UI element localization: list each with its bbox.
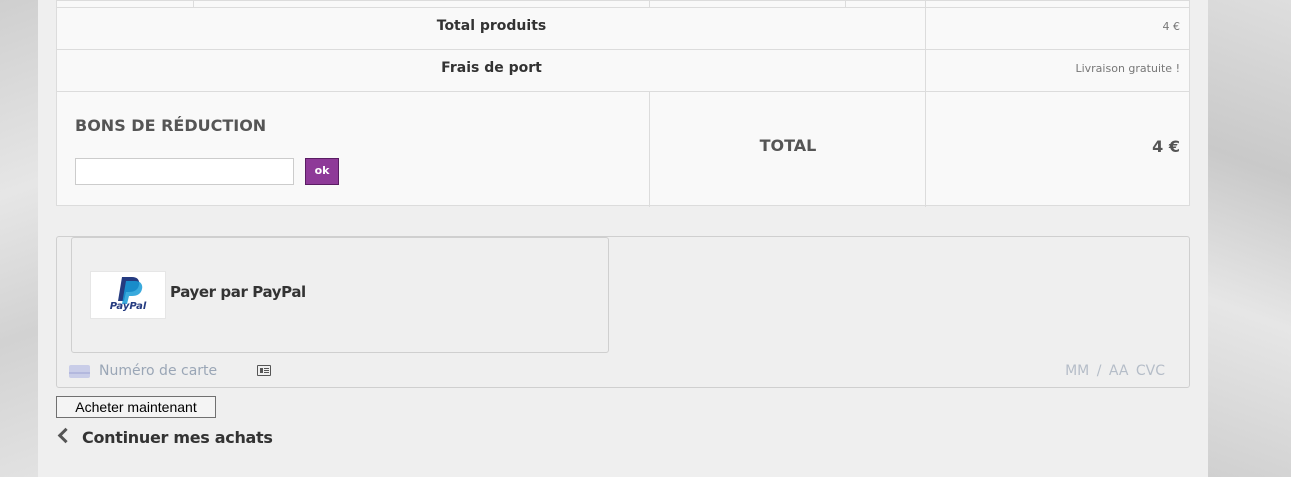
expiry-cvc-field[interactable]: MM / AA CVC <box>1065 363 1165 379</box>
voucher-submit-button[interactable]: ok <box>305 158 339 185</box>
total-products-label: Total produits <box>436 18 547 34</box>
voucher-title: BONS DE RÉDUCTION <box>75 116 267 135</box>
cart-summary-table: Total produits 4 € Frais de port Livrais… <box>56 0 1190 207</box>
table-divider <box>57 49 1189 50</box>
page-background-right <box>1208 0 1291 477</box>
paypal-logo-text: PayPal <box>109 301 147 312</box>
continue-shopping-label: Continuer mes achats <box>82 428 273 447</box>
id-card-icon <box>257 365 271 376</box>
voucher-code-input[interactable] <box>75 158 294 185</box>
buy-now-button[interactable]: Acheter maintenant <box>56 396 216 418</box>
page-background-left <box>0 0 38 477</box>
table-divider <box>57 7 1189 8</box>
total-label: TOTAL <box>759 136 817 155</box>
shipping-value: Livraison gratuite ! <box>1075 62 1180 75</box>
paypal-logo: PayPal <box>90 271 166 319</box>
credit-card-icon <box>69 365 90 378</box>
paypal-payment-option[interactable]: PayPal Payer par PayPal <box>71 237 609 353</box>
paypal-option-label: Payer par PayPal <box>170 283 306 301</box>
payment-methods: PayPal Payer par PayPal Numéro de carte … <box>56 236 1190 388</box>
shipping-label: Frais de port <box>441 60 542 76</box>
total-products-value: 4 € <box>1162 20 1181 33</box>
card-input-row[interactable]: Numéro de carte MM / AA CVC <box>57 361 1189 383</box>
card-number-field[interactable]: Numéro de carte <box>99 363 217 379</box>
table-divider <box>57 91 1189 92</box>
chevron-left-icon <box>57 427 74 444</box>
total-value: 4 € <box>1152 137 1180 156</box>
continue-shopping-link[interactable]: Continuer mes achats <box>56 427 273 450</box>
